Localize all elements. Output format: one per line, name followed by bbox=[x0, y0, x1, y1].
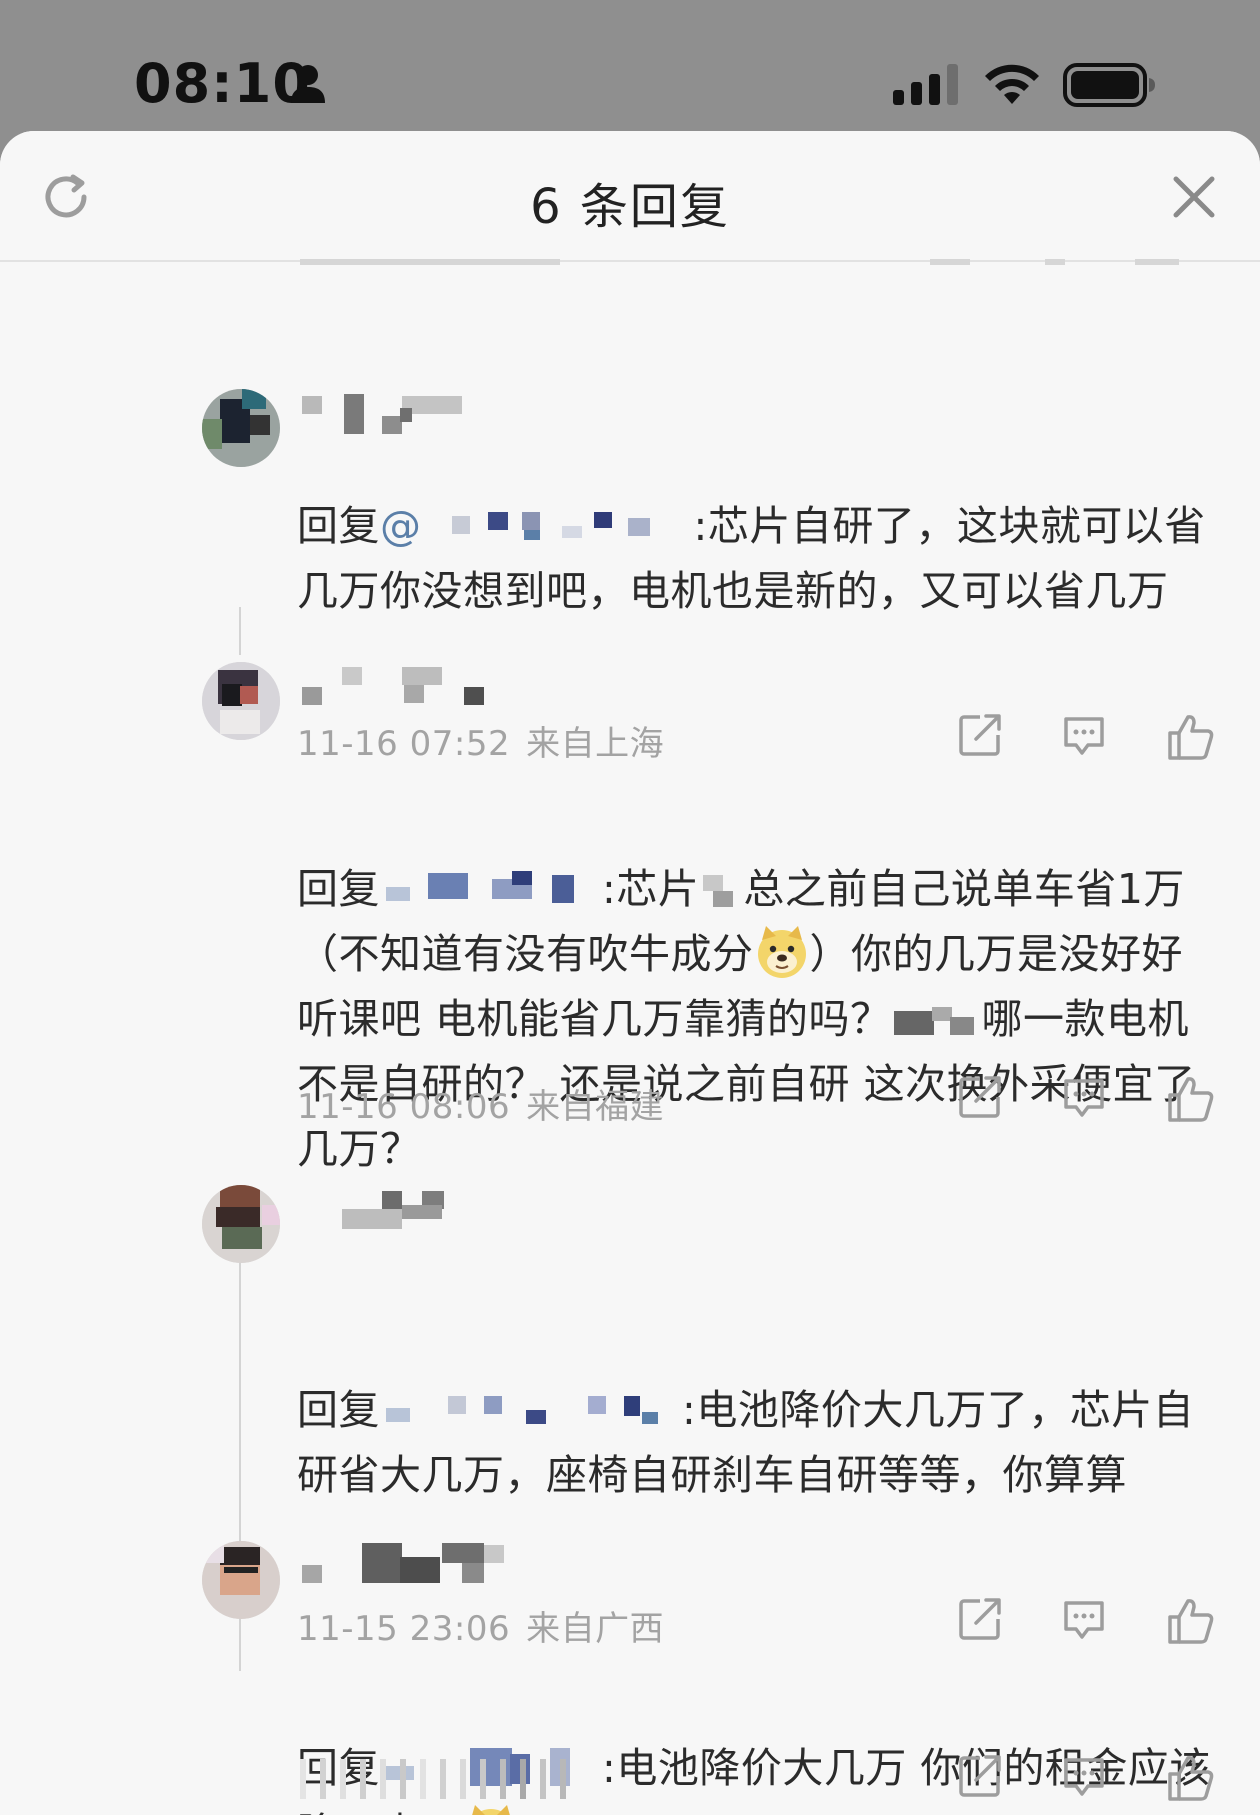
share-icon[interactable] bbox=[958, 713, 1002, 757]
username-blurred[interactable] bbox=[300, 394, 490, 434]
doge-emoji bbox=[757, 926, 806, 978]
mention-blurred[interactable] bbox=[380, 869, 600, 909]
reply-location: 来自福建 bbox=[526, 1087, 665, 1127]
previous-item-peek bbox=[0, 259, 1260, 269]
avatar[interactable] bbox=[202, 1185, 280, 1263]
comment-icon[interactable] bbox=[1062, 1597, 1106, 1641]
close-icon[interactable] bbox=[1173, 176, 1215, 218]
share-icon[interactable] bbox=[958, 1075, 1002, 1119]
status-bar: 08:10 bbox=[0, 0, 1260, 135]
thread-line bbox=[239, 607, 241, 655]
reply-actions bbox=[958, 1075, 1218, 1127]
doge-emoji bbox=[472, 1805, 510, 1815]
status-time: 08:10 bbox=[134, 52, 311, 115]
comment-icon[interactable] bbox=[1062, 1075, 1106, 1119]
avatar[interactable] bbox=[202, 389, 280, 467]
reply-meta-blurred bbox=[300, 1759, 640, 1799]
reply-actions bbox=[958, 1754, 1218, 1806]
reply-text: 回复 :电池降价大几万了，芯片自研省大几万，座椅自研刹车自研等等，你算算 bbox=[297, 1378, 1217, 1508]
mention-blurred[interactable] bbox=[422, 506, 692, 546]
avatar[interactable] bbox=[202, 662, 280, 740]
reply-location: 来自广西 bbox=[526, 1609, 665, 1649]
mention-blurred[interactable] bbox=[380, 1390, 680, 1430]
reply-actions bbox=[958, 1597, 1218, 1649]
mention-at[interactable]: @ bbox=[380, 502, 422, 550]
inline-blurred-name bbox=[699, 871, 743, 909]
share-icon[interactable] bbox=[958, 1754, 1002, 1798]
thumbs-up-icon[interactable] bbox=[1166, 1075, 1216, 1123]
person-icon bbox=[291, 65, 325, 103]
reply-content: :芯片 bbox=[602, 865, 700, 913]
reply-time: 11-16 08:06 bbox=[297, 1087, 511, 1127]
avatar[interactable] bbox=[202, 1541, 280, 1619]
signal-icon bbox=[893, 64, 958, 105]
reply-location: 来自上海 bbox=[526, 724, 665, 764]
inline-blurred-name bbox=[892, 1001, 982, 1039]
reply-meta: 11-16 08:06 来自福建 bbox=[297, 1079, 664, 1128]
reply-text: 回复@ :芯片自研了，这块就可以省几万你没想到吧，电机也是新的，又可以省几万 bbox=[297, 494, 1217, 624]
comment-icon[interactable] bbox=[1062, 713, 1106, 757]
sheet-header: 6 条回复 bbox=[0, 131, 1260, 262]
share-icon[interactable] bbox=[958, 1597, 1002, 1641]
battery-icon bbox=[1063, 63, 1155, 107]
reply-time: 11-16 07:52 bbox=[297, 724, 511, 764]
reply-actions bbox=[958, 713, 1218, 765]
reply-meta: 11-15 23:06 来自广西 bbox=[297, 1601, 664, 1650]
username-blurred[interactable] bbox=[300, 1189, 490, 1229]
thumbs-up-icon[interactable] bbox=[1166, 1597, 1216, 1645]
reply-prefix: 回复 bbox=[297, 865, 380, 913]
thumbs-up-icon[interactable] bbox=[1166, 1754, 1216, 1802]
wifi-icon bbox=[985, 64, 1039, 104]
sheet-title: 6 条回复 bbox=[530, 179, 730, 235]
replies-sheet: 6 条回复 回复@:芯片自研了，这块就可以省几万你没想到吧，电机也是新的，又可… bbox=[0, 131, 1260, 1815]
username-blurred[interactable] bbox=[300, 1543, 540, 1583]
comment-icon[interactable] bbox=[1062, 1754, 1106, 1798]
reply-prefix: 回复 bbox=[297, 502, 380, 550]
username-blurred[interactable] bbox=[300, 665, 490, 705]
reply-prefix: 回复 bbox=[297, 1386, 380, 1434]
reply-meta: 11-16 07:52 来自上海 bbox=[297, 716, 664, 765]
reply-text: 回复 :芯片 总之前自己说单车省1万（不知道有没有吹牛成分 ）你的几万是没好好听课吧… bbox=[297, 857, 1217, 1182]
reply-time: 11-15 23:06 bbox=[297, 1609, 511, 1649]
thumbs-up-icon[interactable] bbox=[1166, 713, 1216, 761]
